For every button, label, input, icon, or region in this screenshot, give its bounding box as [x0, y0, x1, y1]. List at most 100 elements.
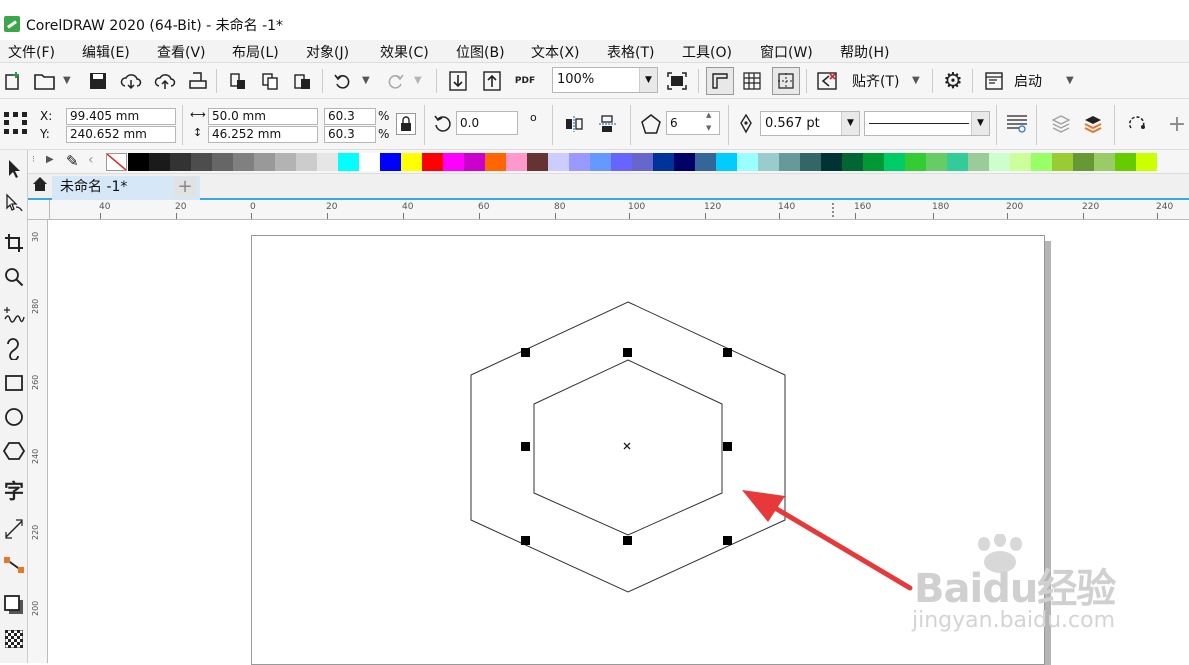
- full-screen-icon[interactable]: [664, 69, 690, 93]
- color-swatch[interactable]: [506, 153, 527, 171]
- menu-text[interactable]: 文本(X): [531, 42, 580, 62]
- connector-tool-icon[interactable]: [0, 550, 28, 580]
- add-quick-customize-icon[interactable]: +: [1166, 111, 1188, 137]
- wrap-text-icon[interactable]: [1004, 111, 1030, 137]
- menu-table[interactable]: 表格(T): [607, 42, 654, 62]
- show-guidelines-icon[interactable]: [772, 67, 800, 95]
- color-swatch[interactable]: [758, 153, 779, 171]
- height-field[interactable]: 46.252 mm: [208, 126, 318, 143]
- show-rulers-icon[interactable]: [706, 67, 734, 95]
- parallel-dimension-tool-icon[interactable]: [0, 514, 28, 544]
- mirror-horizontal-icon[interactable]: [562, 113, 586, 135]
- color-swatch[interactable]: [443, 153, 464, 171]
- outline-width-combo[interactable]: 0.567 pt ▼: [760, 111, 860, 136]
- open-dropdown-icon[interactable]: ▼: [63, 75, 71, 86]
- color-swatch[interactable]: [233, 153, 254, 171]
- color-swatch[interactable]: [338, 153, 359, 171]
- color-swatch[interactable]: [254, 153, 275, 171]
- vertical-ruler[interactable]: 30 280 260 240 220 200: [28, 220, 48, 663]
- zoom-tool-icon[interactable]: [0, 262, 28, 292]
- to-back-of-layer-icon[interactable]: [1048, 111, 1074, 137]
- home-tab-icon[interactable]: [30, 176, 50, 198]
- color-swatch[interactable]: [359, 153, 380, 171]
- horizontal-ruler[interactable]: 40 20 0 20 40 60 80 100 120 140 160 180 200 220 240: [50, 200, 1189, 220]
- color-swatch[interactable]: [968, 153, 989, 171]
- color-swatch[interactable]: [611, 153, 632, 171]
- text-tool-icon[interactable]: 字: [0, 474, 28, 504]
- color-swatch[interactable]: [695, 153, 716, 171]
- line-style-combo[interactable]: ▼: [864, 111, 990, 136]
- menu-effects[interactable]: 效果(C): [380, 42, 429, 62]
- color-swatch[interactable]: [128, 153, 149, 171]
- color-swatch[interactable]: [1010, 153, 1031, 171]
- to-front-of-layer-icon[interactable]: [1080, 111, 1106, 137]
- menu-layout[interactable]: 布局(L): [232, 42, 279, 62]
- color-swatch[interactable]: [632, 153, 653, 171]
- color-swatch[interactable]: [800, 153, 821, 171]
- color-swatch[interactable]: [401, 153, 422, 171]
- menu-file[interactable]: 文件(F): [8, 42, 55, 62]
- menu-edit[interactable]: 编辑(E): [82, 42, 130, 62]
- launch-icon[interactable]: [982, 69, 1006, 93]
- color-swatch[interactable]: [842, 153, 863, 171]
- color-swatch[interactable]: [863, 153, 884, 171]
- color-swatch[interactable]: [527, 153, 548, 171]
- snap-off-icon[interactable]: [814, 69, 840, 93]
- zoom-level-combo[interactable]: 100% ▼: [552, 67, 658, 93]
- menu-view[interactable]: 查看(V): [157, 42, 206, 62]
- cloud-upload-icon[interactable]: [152, 69, 178, 93]
- undo-icon[interactable]: [330, 69, 354, 93]
- options-gear-icon[interactable]: ⚙: [940, 69, 966, 94]
- ruler-origin-corner[interactable]: [28, 200, 50, 220]
- color-swatch[interactable]: [674, 153, 695, 171]
- color-swatch[interactable]: [737, 153, 758, 171]
- color-swatch[interactable]: [380, 153, 401, 171]
- color-swatch[interactable]: [317, 153, 338, 171]
- menu-object[interactable]: 对象(J): [306, 42, 349, 62]
- copy-icon[interactable]: [258, 69, 282, 93]
- scale-x-field[interactable]: 60.3: [324, 108, 376, 125]
- color-swatch[interactable]: [1052, 153, 1073, 171]
- open-folder-icon[interactable]: [32, 69, 58, 93]
- sides-spin-down-icon[interactable]: ▼: [706, 124, 711, 132]
- ellipse-tool-icon[interactable]: [0, 402, 28, 432]
- cloud-download-icon[interactable]: [118, 69, 144, 93]
- color-swatch[interactable]: [1115, 153, 1136, 171]
- color-swatch[interactable]: [569, 153, 590, 171]
- color-swatch[interactable]: [1073, 153, 1094, 171]
- color-swatch[interactable]: [464, 153, 485, 171]
- line-style-dropdown-icon[interactable]: ▼: [971, 112, 989, 135]
- shape-tool-icon[interactable]: [0, 188, 28, 218]
- palette-scroll-left-icon[interactable]: ⁝: [32, 155, 35, 165]
- snap-dropdown-icon[interactable]: ▼: [912, 75, 920, 86]
- color-swatch[interactable]: [212, 153, 233, 171]
- color-swatch[interactable]: [1031, 153, 1052, 171]
- color-swatch[interactable]: [653, 153, 674, 171]
- pick-tool-icon[interactable]: [0, 154, 28, 184]
- show-grid-icon[interactable]: [740, 69, 764, 93]
- eyedropper-icon[interactable]: ✎: [66, 152, 79, 170]
- y-position-field[interactable]: 240.652 mm: [66, 126, 176, 143]
- new-document-icon[interactable]: [2, 69, 24, 93]
- redo-icon[interactable]: [384, 69, 408, 93]
- color-swatch[interactable]: [296, 153, 317, 171]
- undo-dropdown-icon[interactable]: ▼: [362, 75, 370, 86]
- transparency-tool-icon[interactable]: [0, 624, 28, 654]
- polygon-tool-icon[interactable]: [0, 436, 28, 466]
- color-swatch[interactable]: [170, 153, 191, 171]
- crop-tool-icon[interactable]: [0, 228, 28, 258]
- rectangle-tool-icon[interactable]: [0, 368, 28, 398]
- color-swatch[interactable]: [779, 153, 800, 171]
- redo-dropdown-icon[interactable]: ▼: [414, 75, 422, 86]
- color-swatch[interactable]: [548, 153, 569, 171]
- width-field[interactable]: 50.0 mm: [208, 108, 318, 125]
- menu-bitmaps[interactable]: 位图(B): [456, 42, 505, 62]
- menu-window[interactable]: 窗口(W): [760, 42, 813, 62]
- color-swatch[interactable]: [422, 153, 443, 171]
- launch-label[interactable]: 启动: [1014, 71, 1042, 91]
- new-tab-button[interactable]: +: [174, 177, 196, 197]
- outline-width-dropdown-icon[interactable]: ▼: [841, 112, 859, 135]
- menu-tools[interactable]: 工具(O): [682, 42, 732, 62]
- color-swatch[interactable]: [485, 153, 506, 171]
- convert-to-curves-icon[interactable]: [1124, 111, 1150, 137]
